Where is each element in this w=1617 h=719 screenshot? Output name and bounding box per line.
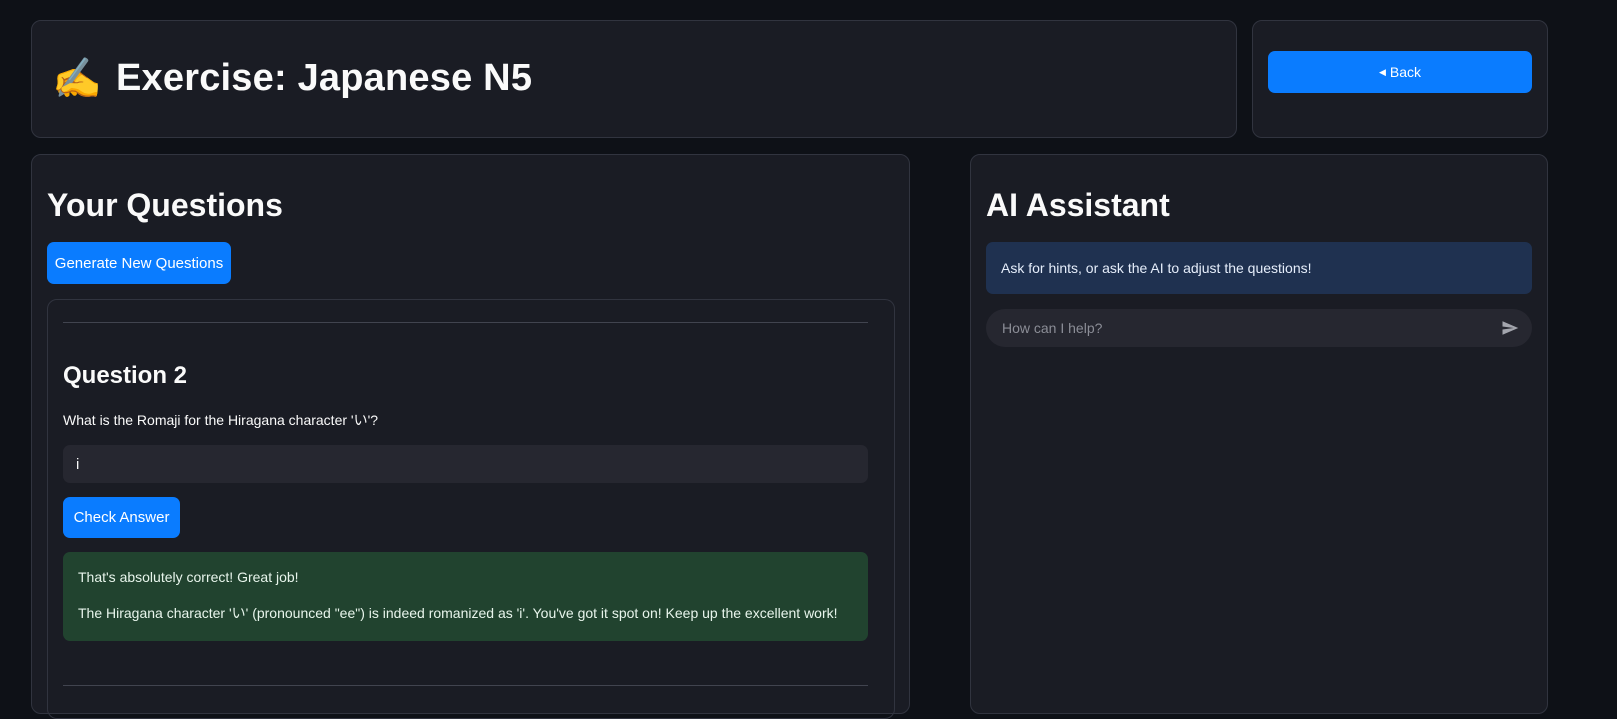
chat-input-container (986, 309, 1532, 347)
assistant-title: AI Assistant (986, 187, 1170, 223)
questions-title: Your Questions (47, 187, 283, 223)
send-icon[interactable] (1498, 316, 1522, 340)
back-card: ◀ Back (1252, 20, 1548, 138)
question-text: What is the Romaji for the Hiragana char… (63, 412, 379, 428)
page-title-text: Exercise: Japanese N5 (116, 57, 533, 99)
assistant-panel: AI Assistant Ask for hints, or ask the A… (970, 154, 1548, 714)
feedback-success-box: That's absolutely correct! Great job! Th… (63, 552, 868, 641)
questions-panel: Your Questions Generate New Questions Qu… (31, 154, 910, 719)
page-title: ✍️ Exercise: Japanese N5 (52, 57, 532, 100)
chat-input[interactable] (1002, 320, 1498, 336)
check-answer-button[interactable]: Check Answer (63, 497, 180, 538)
divider (63, 322, 868, 323)
back-arrow-icon: ◀ (1378, 66, 1386, 77)
question-heading: Question 2 (63, 362, 188, 389)
answer-input[interactable] (63, 445, 868, 483)
title-card: ✍️ Exercise: Japanese N5 (31, 20, 1237, 138)
divider (63, 685, 868, 686)
feedback-line-2: The Hiragana character 'い' (pronounced "… (78, 605, 838, 621)
back-button-label: Back (1389, 64, 1422, 80)
back-button[interactable]: ◀ Back (1268, 51, 1532, 93)
writing-hand-icon: ✍️ (52, 56, 103, 101)
feedback-line-1: That's absolutely correct! Great job! (78, 569, 299, 585)
generate-questions-button[interactable]: Generate New Questions (47, 242, 231, 284)
question-container: Question 2 What is the Romaji for the Hi… (47, 299, 895, 719)
assistant-info-box: Ask for hints, or ask the AI to adjust t… (986, 242, 1532, 294)
